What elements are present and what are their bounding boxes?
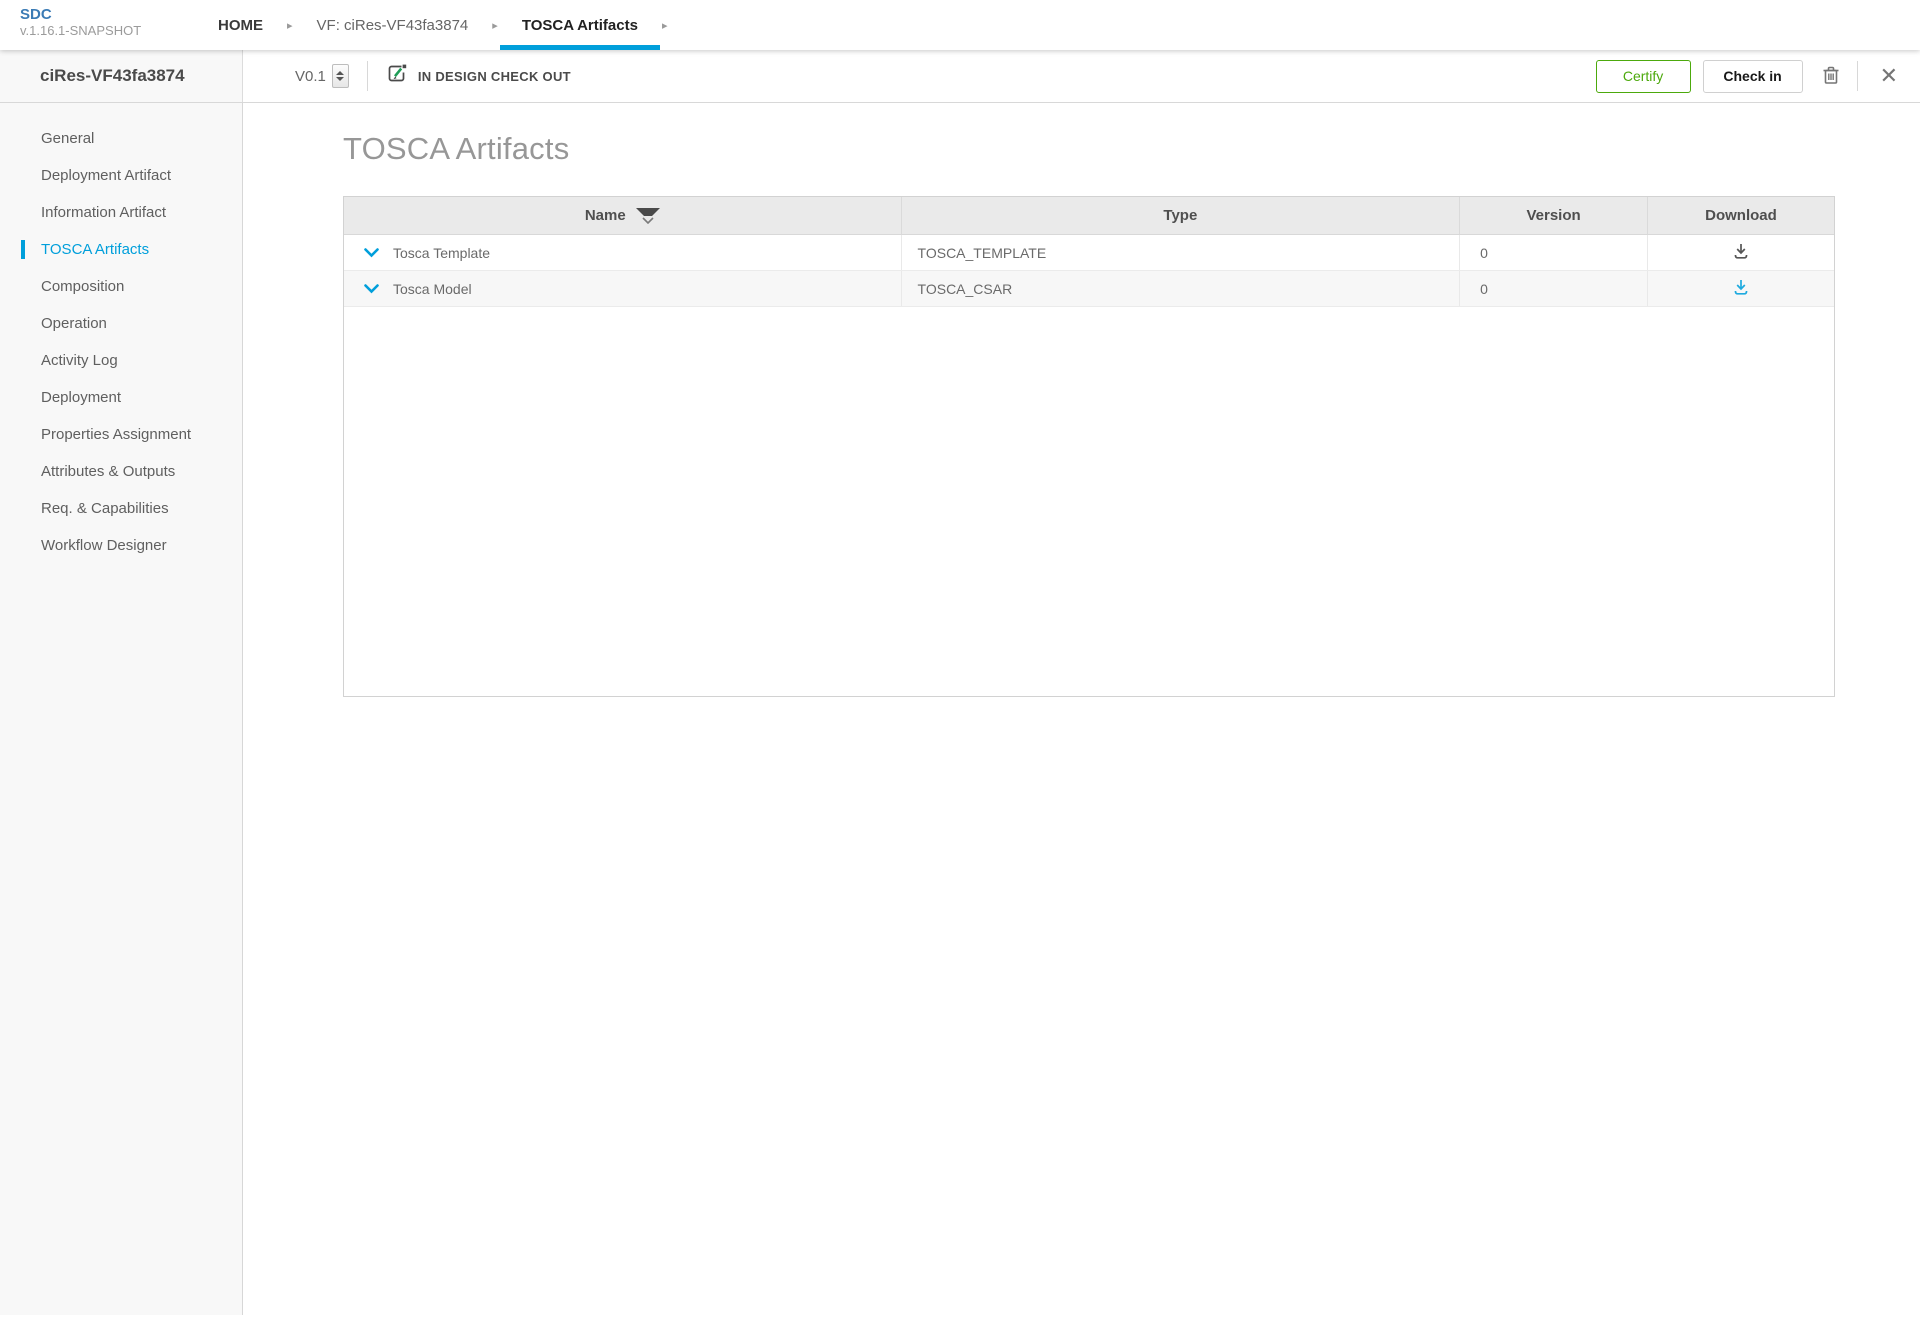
spinner-up-icon — [336, 71, 344, 75]
sidebar-item-properties-assignment[interactable]: Properties Assignment — [0, 416, 242, 453]
column-header-name[interactable]: Name — [344, 197, 902, 234]
lifecycle-status: IN DESIGN CHECK OUT — [386, 63, 571, 90]
divider — [367, 61, 368, 91]
page-title: TOSCA Artifacts — [243, 103, 1920, 167]
component-title: ciRes-VF43fa3874 — [40, 66, 185, 86]
breadcrumb-tosca-artifacts[interactable]: TOSCA Artifacts — [500, 0, 660, 50]
header-actions: Certify Check in ✕ — [1596, 60, 1904, 93]
sidebar-item-tosca-artifacts[interactable]: TOSCA Artifacts — [0, 231, 242, 268]
artifact-type: TOSCA_TEMPLATE — [902, 235, 1461, 270]
app-logo: SDC v.1.16.1-SNAPSHOT — [0, 0, 196, 50]
artifact-name: Tosca Model — [393, 281, 472, 297]
column-header-download[interactable]: Download — [1648, 197, 1834, 234]
artifact-version: 0 — [1460, 271, 1648, 306]
sidebar-item-workflow-designer[interactable]: Workflow Designer — [0, 527, 242, 564]
sdc-app: SDC v.1.16.1-SNAPSHOT HOME ▸ VF: ciRes-V… — [0, 0, 1920, 1319]
main-content: TOSCA Artifacts Name Type Version Downlo… — [243, 103, 1920, 1315]
sidebar-item-activity-log[interactable]: Activity Log — [0, 342, 242, 379]
close-button[interactable]: ✕ — [1874, 66, 1904, 86]
component-title-panel: ciRes-VF43fa3874 — [0, 50, 243, 102]
sidebar-item-information-artifact[interactable]: Information Artifact — [0, 194, 242, 231]
download-icon[interactable] — [1732, 278, 1750, 299]
artifact-version: 0 — [1460, 235, 1648, 270]
app-logo-text: SDC — [20, 6, 196, 23]
table-header-row: Name Type Version Download — [344, 197, 1834, 235]
app-version-text: v.1.16.1-SNAPSHOT — [20, 23, 196, 39]
divider — [1857, 61, 1858, 91]
lifecycle-status-text: IN DESIGN CHECK OUT — [418, 69, 571, 84]
sidebar-item-composition[interactable]: Composition — [0, 268, 242, 305]
sidebar-item-attributes-outputs[interactable]: Attributes & Outputs — [0, 453, 242, 490]
artifact-name: Tosca Template — [393, 245, 490, 261]
breadcrumb-vf[interactable]: VF: ciRes-VF43fa3874 — [295, 0, 491, 50]
artifact-type: TOSCA_CSAR — [902, 271, 1461, 306]
breadcrumb-arrow-icon: ▸ — [490, 19, 500, 32]
table-row[interactable]: Tosca Template TOSCA_TEMPLATE 0 — [344, 235, 1834, 271]
top-bar: SDC v.1.16.1-SNAPSHOT HOME ▸ VF: ciRes-V… — [0, 0, 1920, 50]
table-row[interactable]: Tosca Model TOSCA_CSAR 0 — [344, 271, 1834, 307]
expand-chevron-icon[interactable] — [364, 248, 379, 258]
sidebar-item-req-capabilities[interactable]: Req. & Capabilities — [0, 490, 242, 527]
sidebar-item-operation[interactable]: Operation — [0, 305, 242, 342]
checkout-pencil-icon — [386, 63, 408, 90]
spinner-down-icon — [336, 77, 344, 81]
artifacts-table: Name Type Version Download — [343, 196, 1835, 697]
breadcrumb-home[interactable]: HOME — [196, 0, 285, 50]
breadcrumb: HOME ▸ VF: ciRes-VF43fa3874 ▸ TOSCA Arti… — [196, 0, 669, 50]
column-header-version[interactable]: Version — [1460, 197, 1648, 234]
sidebar-item-deployment-artifact[interactable]: Deployment Artifact — [0, 157, 242, 194]
delete-button[interactable] — [1821, 64, 1841, 89]
sidebar: General Deployment Artifact Information … — [0, 103, 243, 1315]
certify-button[interactable]: Certify — [1596, 60, 1691, 93]
expand-chevron-icon[interactable] — [364, 284, 379, 294]
checkin-button[interactable]: Check in — [1703, 60, 1803, 93]
download-icon[interactable] — [1732, 242, 1750, 263]
component-header: ciRes-VF43fa3874 V0.1 IN DESIGN CHECK OU… — [0, 50, 1920, 103]
sidebar-item-deployment[interactable]: Deployment — [0, 379, 242, 416]
version-spinner[interactable] — [332, 64, 349, 88]
sort-icon — [636, 208, 660, 224]
sidebar-item-general[interactable]: General — [0, 120, 242, 157]
close-icon: ✕ — [1880, 66, 1898, 86]
column-header-type[interactable]: Type — [902, 197, 1461, 234]
version-selector[interactable]: V0.1 — [295, 64, 349, 88]
breadcrumb-arrow-icon: ▸ — [285, 19, 295, 32]
version-value: V0.1 — [295, 68, 326, 85]
trash-icon — [1821, 64, 1841, 89]
breadcrumb-arrow-icon: ▸ — [660, 19, 670, 32]
